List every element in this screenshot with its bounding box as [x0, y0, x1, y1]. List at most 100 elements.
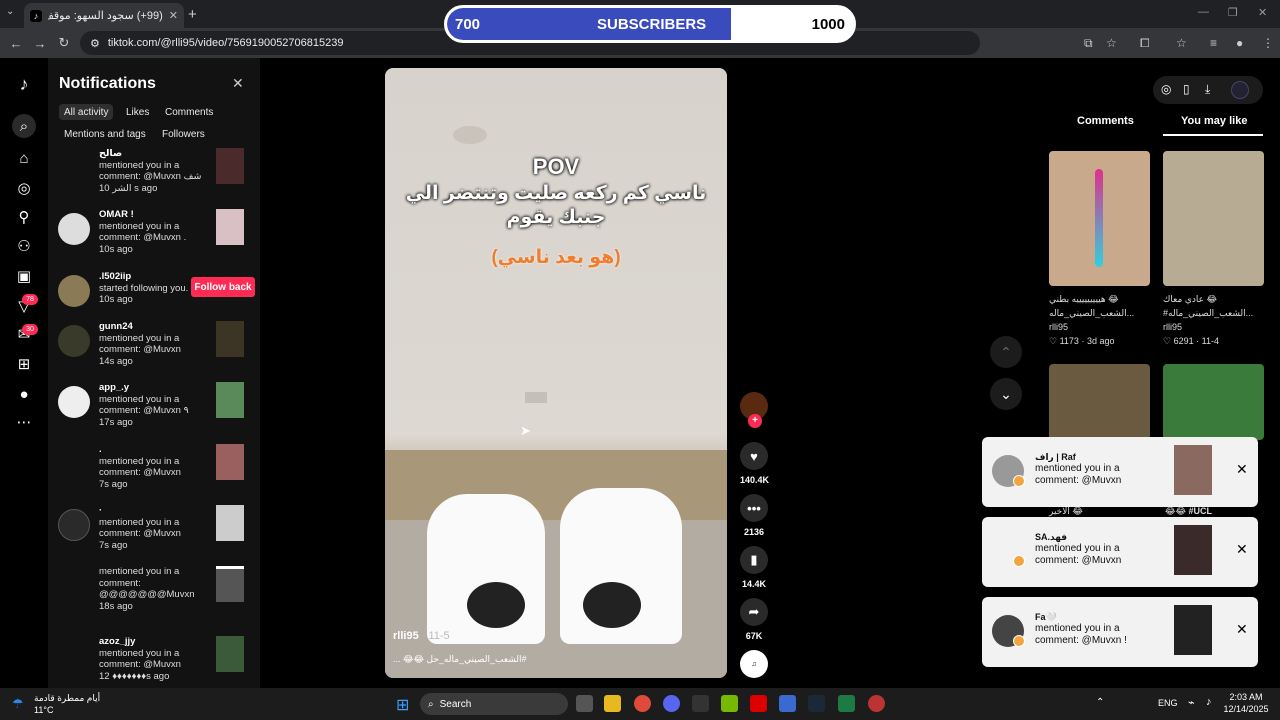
list-item[interactable]: gunn24 mentioned you in a comment: @Muvxn… [58, 321, 248, 379]
bookmark-star-icon[interactable]: ☆ [1106, 36, 1117, 50]
save-button[interactable]: ▮ 14.4K [740, 546, 768, 589]
close-icon[interactable]: ✕ [169, 9, 178, 22]
language-indicator[interactable]: ENG [1158, 698, 1178, 708]
download-icon[interactable]: ⤓ [1205, 82, 1210, 97]
comment-button[interactable]: ••• 2136 [740, 494, 768, 537]
mention-toast[interactable]: راف | Raf mentioned you in a comment: @Mu… [982, 437, 1258, 507]
scroll-down-button[interactable]: ⌄ [990, 378, 1022, 410]
list-item[interactable]: OMAR ! mentioned you in a comment: @Muvxn… [58, 209, 248, 267]
volume-icon[interactable]: ♪ [1206, 696, 1212, 708]
avatar[interactable] [58, 325, 90, 357]
notif-thumbnail[interactable] [216, 209, 244, 245]
maximize-icon[interactable]: ❐ [1228, 6, 1238, 19]
recommended-card[interactable] [1163, 151, 1264, 286]
tab-comments[interactable]: Comments [1077, 115, 1134, 127]
list-item[interactable]: · mentioned you in a comment: @Muvxn 7s ag… [58, 505, 248, 563]
windows-start-icon[interactable]: ⊞ [396, 695, 409, 715]
app-icon[interactable] [868, 695, 885, 712]
clock-time[interactable]: 2:03 AM [1222, 692, 1270, 702]
nvidia-icon[interactable] [721, 695, 738, 712]
network-icon[interactable]: ⌁ [1188, 696, 1195, 709]
home-icon[interactable]: ⌂ [14, 148, 34, 168]
filter-mentions[interactable]: Mentions and tags [59, 126, 151, 142]
weather-text[interactable]: أيام ممطرة قادمة [34, 693, 100, 704]
filter-followers[interactable]: Followers [157, 126, 210, 142]
explore-icon[interactable]: ◎ [14, 178, 34, 198]
excel-icon[interactable] [838, 695, 855, 712]
notif-thumbnail[interactable] [216, 321, 244, 357]
video-player[interactable]: POV ناسي كم ركعه صليت وتنتضر الي جنبك يقو… [385, 68, 727, 678]
close-icon[interactable]: ✕ [232, 75, 244, 92]
browser-tab[interactable]: ♪ (99+) سجود السهو: موقف طريف ✕ [24, 3, 184, 28]
tiktok-logo-icon[interactable]: ♪ [14, 74, 34, 94]
notif-thumbnail[interactable] [216, 382, 244, 418]
close-icon[interactable]: ✕ [1236, 541, 1248, 558]
recommended-card[interactable] [1049, 364, 1150, 440]
settings-icon[interactable] [692, 695, 709, 712]
notif-thumbnail[interactable] [216, 566, 244, 602]
tab-list-icon[interactable]: ⌄ [6, 6, 14, 17]
following-icon[interactable]: ⚲ [14, 207, 34, 227]
tab-you-may-like[interactable]: You may like [1181, 115, 1247, 127]
close-icon[interactable]: ✕ [1236, 621, 1248, 638]
avatar[interactable] [58, 509, 90, 541]
upload-icon[interactable]: ⊞ [14, 354, 34, 374]
like-button[interactable]: ♥ 140.4K [740, 442, 769, 485]
file-explorer-icon[interactable] [604, 695, 621, 712]
filter-comments[interactable]: Comments [160, 104, 218, 120]
notif-thumbnail[interactable] [216, 636, 244, 672]
phone-icon[interactable]: ▯ [1183, 82, 1190, 96]
install-app-icon[interactable]: ⧉ [1084, 36, 1093, 51]
reload-icon[interactable]: ↻ [52, 35, 76, 51]
music-disc-button[interactable]: ♫ [740, 650, 768, 683]
live-icon[interactable]: ▣ [14, 266, 34, 286]
mention-toast[interactable]: SA.فهد mentioned you in a comment: @Muvxn… [982, 517, 1258, 587]
filter-likes[interactable]: Likes [121, 104, 154, 120]
video-author[interactable]: rlli95 · 11-5 [393, 630, 450, 642]
avatar[interactable] [58, 213, 90, 245]
notif-thumbnail[interactable] [216, 444, 244, 480]
new-tab-icon[interactable]: + [188, 6, 197, 23]
more-icon[interactable]: ⋯ [14, 412, 34, 432]
profile-avatar[interactable]: ● [1236, 36, 1243, 50]
avatar[interactable] [58, 275, 90, 307]
list-item[interactable]: صالح mentioned you in a comment: @Muvxn ش… [58, 148, 248, 206]
avatar[interactable] [1231, 81, 1249, 99]
profile-icon[interactable]: ● [14, 384, 34, 404]
site-info-icon[interactable]: ⚙ [90, 37, 100, 50]
extensions-icon[interactable]: ⧠ [1140, 36, 1150, 51]
follow-plus-icon[interactable]: + [748, 414, 762, 428]
search-icon[interactable]: ⌕ [12, 114, 36, 138]
bookmarks-icon[interactable]: ☆ [1176, 36, 1187, 50]
weather-icon[interactable]: ☂ [12, 696, 24, 712]
close-icon[interactable]: ✕ [1236, 461, 1248, 478]
recommended-card[interactable] [1049, 151, 1150, 286]
chrome-icon[interactable] [634, 695, 651, 712]
media-control-icon[interactable]: ≡ [1210, 36, 1217, 50]
taskbar-search[interactable]: ⌕ Search [420, 693, 568, 715]
friends-icon[interactable]: ⚇ [14, 236, 34, 256]
menu-icon[interactable]: ⋮ [1262, 36, 1274, 50]
notif-thumbnail[interactable] [216, 505, 244, 541]
list-item[interactable]: mentioned you in a comment: @@@@@@@Muvxn… [58, 566, 248, 624]
clock-date[interactable]: 12/14/2025 [1222, 704, 1270, 714]
list-item[interactable]: . mentioned you in a comment: @Muvxn 7s ag… [58, 444, 248, 502]
steam-icon[interactable] [808, 695, 825, 712]
author-avatar-button[interactable]: + [740, 392, 768, 428]
recommended-card[interactable] [1163, 364, 1264, 440]
notif-thumbnail[interactable] [216, 148, 244, 184]
mention-toast[interactable]: Fa🤍 mentioned you in a comment: @Muvxn ! … [982, 597, 1258, 667]
video-caption[interactable]: #الشعب_الصيني_ماله_حل 😂😂 ... [393, 654, 527, 665]
list-item[interactable]: azoz_jjy mentioned you in a comment: @Muv… [58, 636, 248, 688]
tray-chevron-icon[interactable]: ⌃ [1096, 697, 1104, 708]
app-icon[interactable] [750, 695, 767, 712]
task-view-icon[interactable] [576, 695, 593, 712]
app-icon[interactable] [779, 695, 796, 712]
back-icon[interactable]: ← [4, 36, 28, 51]
compass-icon[interactable]: ◎ [1161, 82, 1171, 96]
scroll-up-button[interactable]: ⌃ [990, 336, 1022, 368]
follow-back-button[interactable]: Follow back [191, 277, 255, 297]
discord-icon[interactable] [663, 695, 680, 712]
minimize-icon[interactable]: — [1198, 6, 1209, 18]
window-close-icon[interactable]: ✕ [1258, 6, 1267, 19]
